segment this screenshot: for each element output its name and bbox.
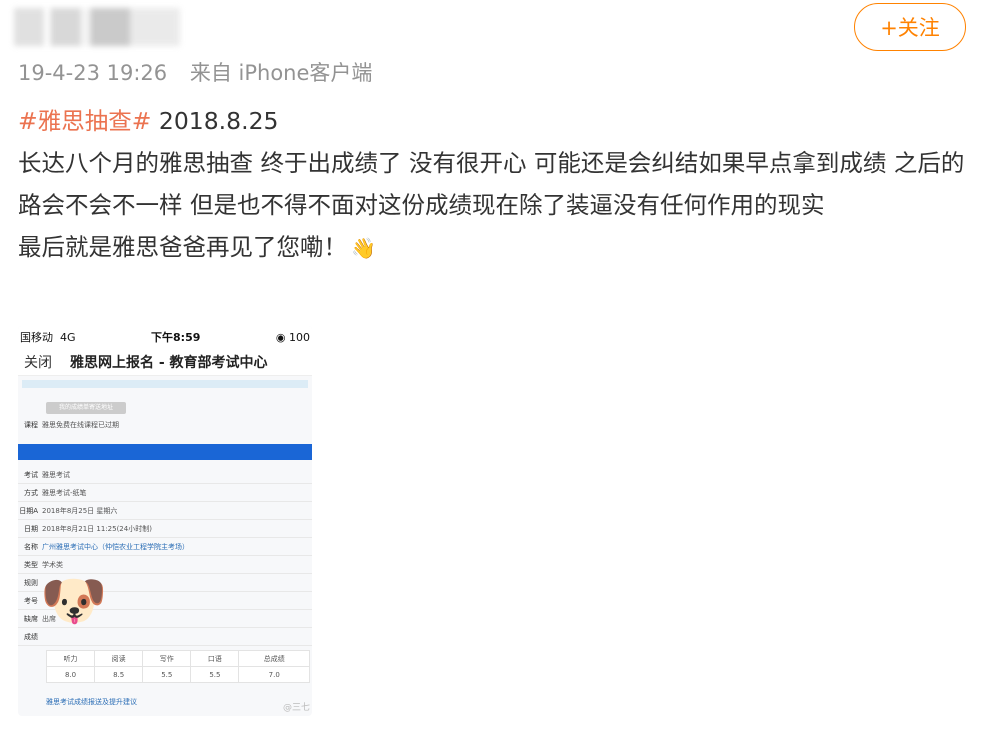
post-closing: 最后就是雅思爸爸再见了您嘞！	[18, 233, 347, 261]
dog-sticker-icon: 🐶	[40, 569, 108, 632]
score-value: 5.5	[142, 666, 192, 683]
section-header-bar	[18, 444, 312, 460]
post-timestamp[interactable]: 19-4-23 19:26	[18, 61, 167, 85]
course-row: 课程 雅思免费在线课程已过期	[18, 414, 312, 430]
post-closing-line: 最后就是雅思爸爸再见了您嘞！ 👋	[18, 226, 978, 269]
image-watermark: @三七	[282, 703, 310, 713]
post-content: #雅思抽查# 2018.8.25 长达八个月的雅思抽查 终于出成绩了 没有很开心…	[18, 100, 978, 269]
info-value: 雅思考试	[42, 470, 70, 479]
course-key: 课程	[24, 421, 38, 429]
score-address-button: 我的成绩单寄送地址	[46, 402, 126, 414]
username-blurred[interactable]	[14, 8, 180, 46]
info-key: 规则	[24, 578, 38, 587]
score-value: 7.0	[238, 666, 310, 683]
info-row: 日期A 2018年8月25日 星期六	[18, 502, 312, 520]
info-key: 考号	[24, 596, 38, 605]
post-source: 来自 iPhone客户端	[189, 61, 373, 85]
score-advice-link: 雅思考试成绩报送及提升建议	[46, 698, 137, 706]
phone-status-bar: 国移动 4G 下午8:59 ◉ 100	[18, 326, 312, 348]
info-value: 2018年8月25日 星期六	[42, 506, 118, 515]
score-value: 5.5	[190, 666, 240, 683]
info-key: 日期A	[19, 506, 38, 515]
post-date: 2018.8.25	[158, 107, 279, 135]
info-value: 雅思考试-纸笔	[42, 488, 87, 497]
score-header: 听力	[45, 650, 96, 667]
score-header: 总成绩	[238, 650, 310, 667]
notice-banner	[22, 380, 308, 388]
course-value: 雅思免费在线课程已过期	[42, 421, 119, 429]
info-key: 类型	[24, 560, 38, 569]
info-row: 日期 2018年8月21日 11:25(24小时制)	[18, 520, 312, 538]
info-value: 学术类	[42, 560, 63, 569]
network: 4G	[60, 331, 76, 344]
carrier: 国移动	[20, 331, 53, 344]
info-row: 方式 雅思考试-纸笔	[18, 484, 312, 502]
post-meta: 19-4-23 19:26 来自 iPhone客户端	[18, 57, 372, 87]
carrier-network: 国移动 4G	[20, 329, 76, 345]
info-key: 日期	[24, 524, 38, 533]
score-header: 口语	[190, 650, 240, 667]
follow-label: +关注	[880, 16, 940, 40]
info-row: 考试 雅思考试	[18, 466, 312, 484]
webview-close: 关闭	[24, 354, 52, 371]
info-key: 缺席	[24, 614, 38, 623]
webview-navbar: 关闭 雅思网上报名 - 教育部考试中心	[18, 348, 312, 376]
test-center-link: 广州雅思考试中心（仲恺农业工程学院主考场）	[42, 542, 189, 551]
battery-level: 100	[288, 330, 310, 344]
score-table: 听力 阅读 写作 口语 总成绩 8.0 8.5 5.5 5.5 7.0	[45, 650, 310, 683]
score-value-row: 8.0 8.5 5.5 5.5 7.0	[45, 666, 310, 683]
score-header: 写作	[142, 650, 192, 667]
score-value: 8.0	[45, 666, 96, 683]
hashtag-link[interactable]: #雅思抽查#	[18, 107, 151, 135]
score-header: 阅读	[94, 650, 144, 667]
info-value: 2018年8月21日 11:25(24小时制)	[42, 524, 152, 533]
post-line-1: #雅思抽查# 2018.8.25	[18, 100, 978, 142]
attached-image[interactable]: 国移动 4G 下午8:59 ◉ 100 关闭 雅思网上报名 - 教育部考试中心 …	[18, 326, 312, 716]
score-header-row: 听力 阅读 写作 口语 总成绩	[45, 650, 310, 667]
battery: ◉ 100	[275, 330, 310, 344]
info-key: 考试	[24, 470, 38, 479]
score-value: 8.5	[94, 666, 144, 683]
info-key: 成绩	[24, 632, 38, 641]
post-body: 长达八个月的雅思抽查 终于出成绩了 没有很开心 可能还是会纠结如果早点拿到成绩 …	[18, 149, 965, 219]
wave-icon: 👋	[351, 236, 376, 260]
info-key: 名称	[24, 542, 38, 551]
info-key: 方式	[24, 488, 38, 497]
webview-title: 雅思网上报名 - 教育部考试中心	[70, 354, 268, 371]
info-row: 名称 广州雅思考试中心（仲恺农业工程学院主考场）	[18, 538, 312, 556]
phone-time: 下午8:59	[151, 331, 201, 344]
follow-button[interactable]: +关注	[854, 3, 966, 51]
